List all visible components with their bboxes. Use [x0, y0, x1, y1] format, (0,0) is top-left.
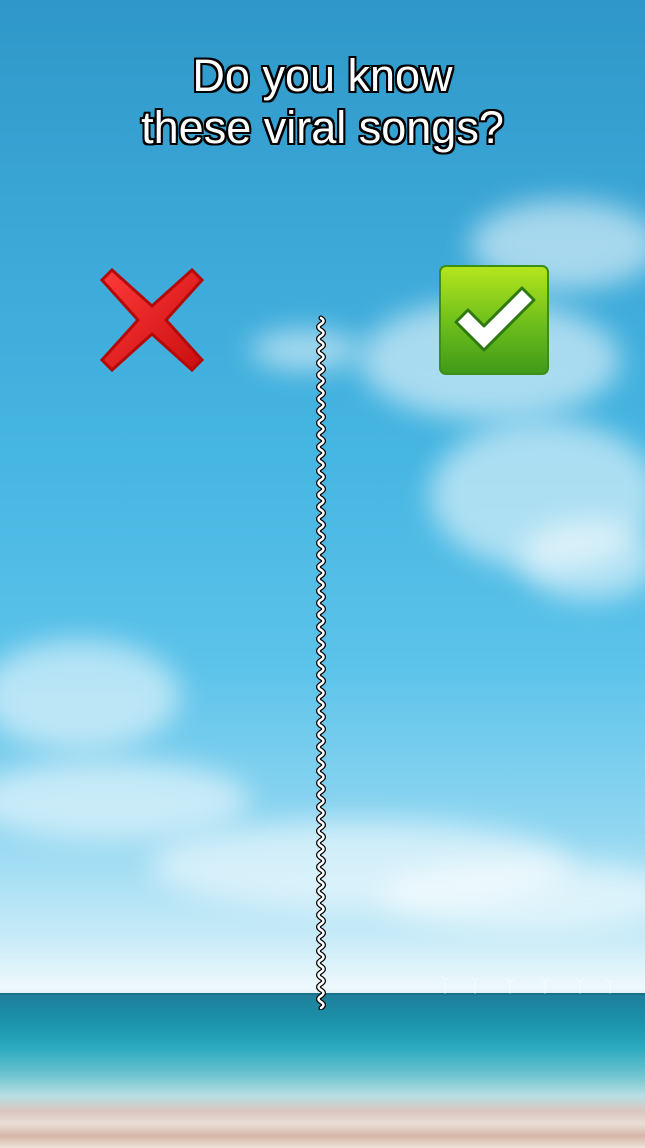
red-cross-mark-icon — [99, 267, 205, 373]
cloud — [0, 640, 180, 750]
green-check-mark-icon — [439, 265, 549, 375]
cloud — [380, 860, 645, 930]
cloud — [250, 330, 360, 370]
sea — [0, 995, 645, 1148]
cloud — [520, 520, 645, 600]
wind-turbines — [440, 975, 615, 994]
title-caption: Do you know these viral songs? — [0, 50, 645, 154]
cloud — [0, 760, 250, 840]
title-line-2: these viral songs? — [141, 102, 504, 153]
wavy-divider-line — [316, 315, 326, 1010]
title-line-1: Do you know — [192, 50, 453, 101]
video-frame: Do you know these viral songs? — [0, 0, 645, 1148]
